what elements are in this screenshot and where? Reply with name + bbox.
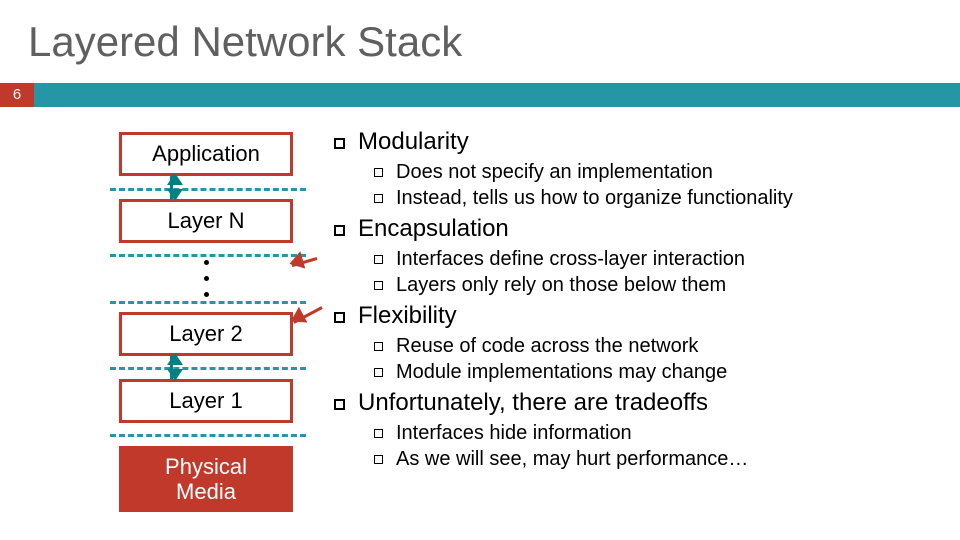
bullet-text: Modularity [358,128,469,156]
layer-1: Layer 1 [119,379,293,423]
accent-band [0,83,960,107]
bullet-marker-icon [374,273,388,298]
bullet-flexibility: Flexibility [330,302,940,332]
bullet-text: Interfaces define cross-layer interactio… [396,247,745,272]
bullet-marker-icon [374,334,388,359]
bullet-marker-icon [330,389,348,419]
bullet-text: Instead, tells us how to organize functi… [396,186,793,211]
subbullet: Instead, tells us how to organize functi… [374,186,940,211]
bullet-marker-icon [374,360,388,385]
bullet-content: Modularity Does not specify an implement… [330,128,940,473]
bullet-modularity: Modularity [330,128,940,158]
layer-label: Layer N [167,208,244,234]
bullet-text: As we will see, may hurt performance… [396,447,748,472]
bullet-encapsulation: Encapsulation [330,215,940,245]
subbullet: Interfaces define cross-layer interactio… [374,247,940,272]
interface-divider [110,434,306,437]
layer-label: Application [152,141,260,167]
interface-divider [110,367,306,370]
bullet-marker-icon [330,128,348,158]
subbullet: Layers only rely on those below them [374,273,940,298]
ellipsis-icon [198,254,214,302]
double-arrow-icon [170,175,173,199]
layer-n: Layer N [119,199,293,243]
bullet-text: Module implementations may change [396,360,727,385]
bullet-marker-icon [330,302,348,332]
page-number: 6 [0,83,34,107]
bullet-marker-icon [374,247,388,272]
bullet-text: Unfortunately, there are tradeoffs [358,389,708,417]
bullet-text: Interfaces hide information [396,421,632,446]
layer-label: Layer 1 [169,388,242,414]
subbullet: Module implementations may change [374,360,940,385]
bullet-tradeoffs: Unfortunately, there are tradeoffs [330,389,940,419]
layer-2: Layer 2 [119,312,293,356]
interface-divider [110,188,306,191]
bullet-marker-icon [330,215,348,245]
layer-label: Physical Media [165,454,247,505]
layer-physical: Physical Media [119,446,293,512]
bullet-text: Reuse of code across the network [396,334,698,359]
bullet-text: Encapsulation [358,215,509,243]
subbullet: Does not specify an implementation [374,160,940,185]
layer-label: Layer 2 [169,321,242,347]
subbullet: Reuse of code across the network [374,334,940,359]
layer-application: Application [119,132,293,176]
bullet-marker-icon [374,421,388,446]
bullet-marker-icon [374,160,388,185]
bullet-text: Layers only rely on those below them [396,273,726,298]
bullet-marker-icon [374,447,388,472]
slide-title: Layered Network Stack [28,18,462,66]
bullet-text: Flexibility [358,302,457,330]
double-arrow-icon [170,355,173,379]
bullet-marker-icon [374,186,388,211]
subbullet: As we will see, may hurt performance… [374,447,940,472]
bullet-text: Does not specify an implementation [396,160,713,185]
subbullet: Interfaces hide information [374,421,940,446]
